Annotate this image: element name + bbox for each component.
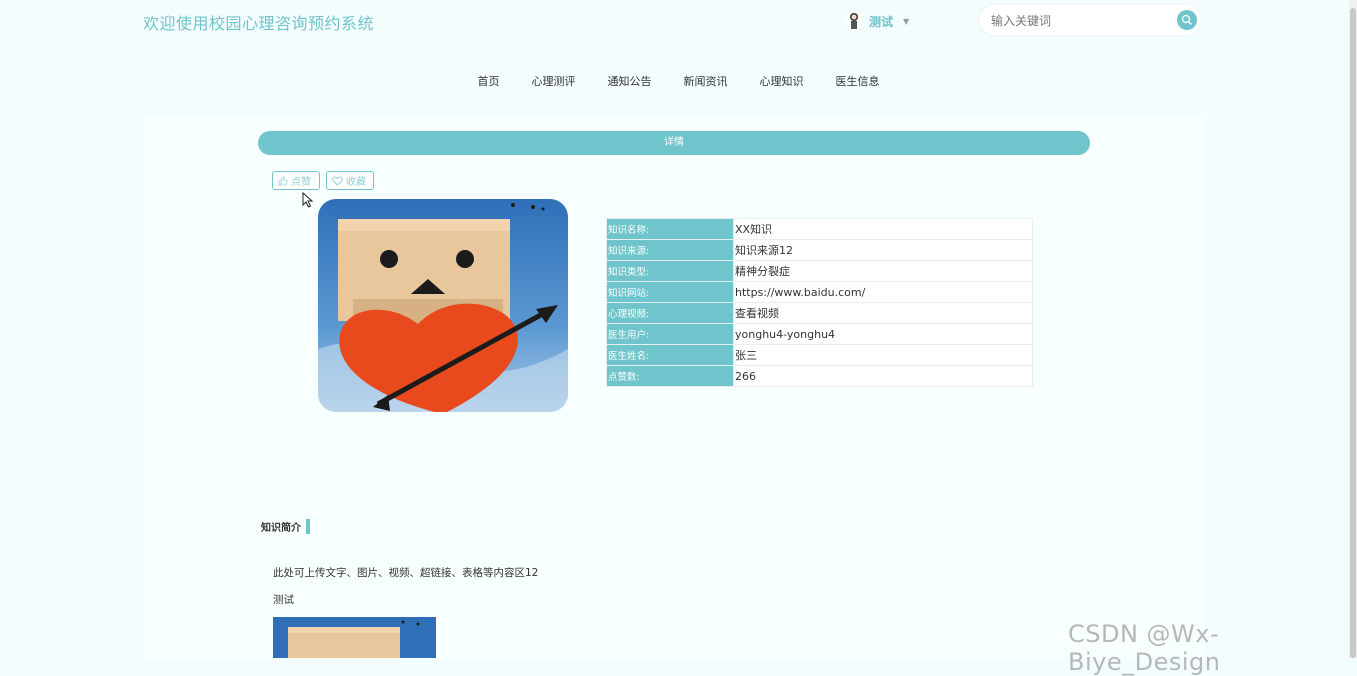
field-value: 张三 bbox=[733, 344, 1033, 366]
nav-item-news[interactable]: 新闻资讯 bbox=[668, 73, 744, 91]
nav-item-home[interactable]: 首页 bbox=[462, 73, 516, 91]
watermark: CSDN @Wx-Biye_Design bbox=[1068, 620, 1221, 676]
table-row: 点赞数: 266 bbox=[606, 365, 1033, 387]
avatar bbox=[845, 11, 863, 31]
search-icon bbox=[1181, 14, 1192, 25]
user-menu[interactable]: 测试 ▼ bbox=[845, 10, 909, 32]
site-title: 欢迎使用校园心理咨询预约系统 bbox=[143, 14, 375, 33]
field-key: 点赞数: bbox=[606, 365, 734, 387]
field-value: 知识来源12 bbox=[733, 239, 1033, 261]
intro-text: 此处可上传文字、图片、视频、超链接、表格等内容区12 bbox=[273, 567, 539, 579]
nav-item-doctors[interactable]: 医生信息 bbox=[820, 73, 896, 91]
favorite-label: 收藏 bbox=[346, 177, 366, 188]
field-value[interactable]: https://www.baidu.com/ bbox=[733, 281, 1033, 303]
intro-text: 测试 bbox=[273, 594, 294, 606]
table-row: 知识类型: 精神分裂症 bbox=[606, 260, 1033, 282]
field-key: 知识来源: bbox=[606, 239, 734, 261]
field-key: 知识名称: bbox=[606, 218, 734, 240]
main-nav: 首页 心理测评 通知公告 新闻资讯 心理知识 医生信息 bbox=[0, 73, 1357, 91]
nav-item-notice[interactable]: 通知公告 bbox=[592, 73, 668, 91]
field-value: 精神分裂症 bbox=[733, 260, 1033, 282]
user-name[interactable]: 测试 bbox=[869, 13, 893, 30]
section-title: 知识简介 bbox=[261, 519, 310, 534]
field-key: 医生用户: bbox=[606, 323, 734, 345]
search-input[interactable] bbox=[989, 11, 1173, 31]
field-key: 心理视频: bbox=[606, 302, 734, 324]
field-value: yonghu4-yonghu4 bbox=[733, 323, 1033, 345]
table-row: 医生用户: yonghu4-yonghu4 bbox=[606, 323, 1033, 345]
table-row: 医生姓名: 张三 bbox=[606, 344, 1033, 366]
section-title-label: 知识简介 bbox=[261, 523, 301, 534]
detail-title-bar: 详情 bbox=[258, 131, 1090, 155]
search-button[interactable] bbox=[1177, 10, 1197, 30]
table-row: 知识名称: XX知识 bbox=[606, 218, 1033, 240]
field-key: 知识类型: bbox=[606, 260, 734, 282]
knowledge-image bbox=[318, 199, 568, 412]
field-value: 266 bbox=[733, 365, 1033, 387]
heart-icon bbox=[332, 176, 343, 186]
intro-image bbox=[273, 617, 436, 658]
mouse-cursor-icon bbox=[302, 192, 314, 208]
field-value: XX知识 bbox=[733, 218, 1033, 240]
favorite-button[interactable]: 收藏 bbox=[326, 171, 374, 190]
nav-item-assessment[interactable]: 心理测评 bbox=[516, 73, 592, 91]
chevron-down-icon[interactable]: ▼ bbox=[903, 17, 909, 26]
field-key: 知识网站: bbox=[606, 281, 734, 303]
scrollbar-thumb[interactable] bbox=[1350, 8, 1356, 658]
view-video-link[interactable]: 查看视频 bbox=[733, 302, 1033, 324]
section-accent-bar bbox=[306, 519, 310, 534]
like-label: 点赞 bbox=[291, 177, 311, 188]
table-row: 心理视频: 查看视频 bbox=[606, 302, 1033, 324]
like-button[interactable]: 点赞 bbox=[272, 171, 320, 190]
field-key: 医生姓名: bbox=[606, 344, 734, 366]
table-row: 知识来源: 知识来源12 bbox=[606, 239, 1033, 261]
search-box bbox=[978, 4, 1202, 36]
scrollbar[interactable] bbox=[1349, 0, 1357, 658]
table-row: 知识网站: https://www.baidu.com/ bbox=[606, 281, 1033, 303]
nav-item-knowledge[interactable]: 心理知识 bbox=[744, 73, 820, 91]
knowledge-info-table: 知识名称: XX知识 知识来源: 知识来源12 知识类型: 精神分裂症 知识网站… bbox=[606, 218, 1033, 387]
thumbs-up-icon bbox=[278, 176, 288, 185]
